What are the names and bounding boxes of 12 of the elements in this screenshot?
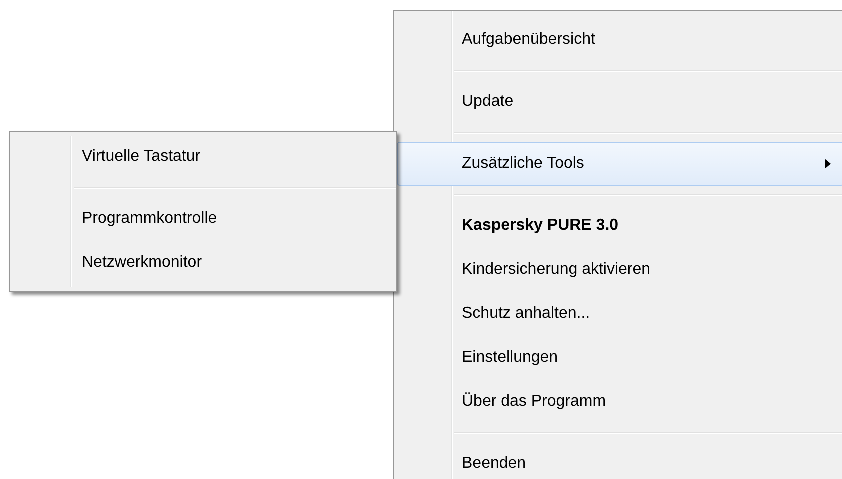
menu-item[interactable]: Beenden xyxy=(397,442,842,479)
menu-item[interactable]: Aufgabenübersicht xyxy=(397,18,842,62)
menu-item[interactable]: Einstellungen xyxy=(397,336,842,380)
menu-item[interactable]: Netzwerkmonitor xyxy=(13,241,393,285)
menu-item[interactable]: Kaspersky PURE 3.0 xyxy=(397,204,842,248)
menu-item[interactable]: Update xyxy=(397,80,842,124)
menu-item[interactable]: Programmkontrolle xyxy=(13,197,393,241)
menu-item[interactable]: Über das Programm xyxy=(397,380,842,424)
menu-item[interactable]: Virtuelle Tastatur xyxy=(13,135,393,179)
menu-item[interactable]: Schutz anhalten... xyxy=(397,292,842,336)
menu-item[interactable]: Kindersicherung aktivieren xyxy=(397,248,842,292)
menu-item[interactable]: Zusätzliche Tools xyxy=(397,142,842,186)
